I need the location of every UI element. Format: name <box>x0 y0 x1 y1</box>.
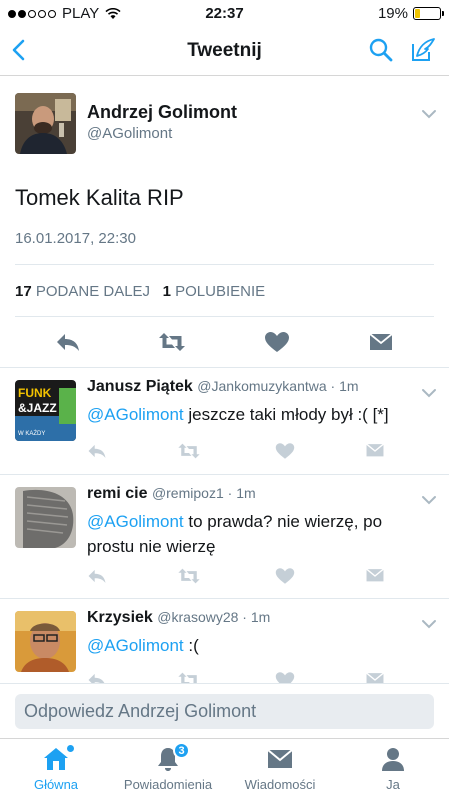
battery-icon <box>413 7 444 20</box>
tweet-actions <box>0 327 449 357</box>
reply-text: @AGolimont to prawda? nie wierzę, po pro… <box>87 509 422 559</box>
reply-author-handle[interactable]: @krasowy28 <box>157 609 238 625</box>
retweet-icon[interactable] <box>177 671 201 683</box>
author-name[interactable]: Andrzej Golimont <box>87 102 237 123</box>
reply-author-name[interactable]: Krzysiek <box>87 609 153 626</box>
reply-tweet[interactable]: FUNK &JAZZ W KAŻDY Janusz Piątek @Jankom… <box>0 367 449 474</box>
divider <box>15 264 434 265</box>
author-handle[interactable]: @AGolimont <box>87 125 172 142</box>
notification-badge: 3 <box>173 742 190 759</box>
chevron-down-icon[interactable] <box>421 619 437 629</box>
reply-icon[interactable] <box>87 442 107 460</box>
compose-icon[interactable] <box>407 35 437 65</box>
envelope-icon[interactable] <box>365 442 385 460</box>
tweet-stats: 17 PODANE DALEJ 1 POLUBIENIE <box>15 283 265 300</box>
new-content-dot <box>67 745 74 752</box>
envelope-icon <box>266 745 294 773</box>
separator: · <box>238 609 251 625</box>
person-icon <box>379 745 407 773</box>
avatar[interactable] <box>15 611 76 672</box>
reply-author-handle[interactable]: @remipoz1 <box>152 485 224 501</box>
likes-count[interactable]: 1 <box>163 283 171 300</box>
reply-icon[interactable] <box>55 331 81 353</box>
envelope-icon[interactable] <box>365 567 385 585</box>
avatar[interactable]: FUNK &JAZZ W KAŻDY <box>15 380 76 441</box>
battery-percent: 19% <box>377 5 408 22</box>
heart-icon[interactable] <box>275 442 295 460</box>
retweet-icon[interactable] <box>158 331 186 353</box>
tab-label: Główna <box>33 777 79 792</box>
reply-icon[interactable] <box>87 671 107 683</box>
battery-status: 19% <box>377 5 444 22</box>
navigation-bar: Tweetnij <box>0 26 449 76</box>
tab-home[interactable]: Główna <box>0 745 112 792</box>
reply-header: remi cie @remipoz1 · 1m <box>87 485 256 503</box>
reply-text: @AGolimont :( <box>87 633 422 658</box>
svg-text:&JAZZ: &JAZZ <box>18 401 57 415</box>
tweet-text: Tomek Kalita RIP <box>15 185 184 210</box>
tab-label: Powiadomienia <box>123 777 213 792</box>
reply-icon[interactable] <box>87 567 107 585</box>
tab-label: Wiadomości <box>244 777 316 792</box>
tab-me[interactable]: Ja <box>337 745 449 792</box>
reply-header: Janusz Piątek @Jankomuzykantwa · 1m <box>87 378 359 396</box>
bell-icon: 3 <box>154 742 190 773</box>
retweet-icon[interactable] <box>177 442 201 460</box>
mention-link[interactable]: @AGolimont <box>87 512 184 531</box>
reply-bar: Odpowiedz Andrzej Golimont <box>0 683 449 738</box>
tab-label: Ja <box>386 777 400 792</box>
tab-notifications[interactable]: 3 Powiadomienia <box>112 742 224 792</box>
reply-tweet[interactable]: remi cie @remipoz1 · 1m @AGolimont to pr… <box>0 474 449 598</box>
retweets-label[interactable]: PODANE DALEJ <box>36 283 150 300</box>
envelope-icon[interactable] <box>365 671 385 683</box>
mention-link[interactable]: @AGolimont <box>87 405 184 424</box>
tab-messages[interactable]: Wiadomości <box>224 745 336 792</box>
tab-bar: Główna 3 Powiadomienia Wiadomości Ja <box>0 738 449 800</box>
reply-header: Krzysiek @krasowy28 · 1m <box>87 609 270 627</box>
tweet-date: 16.01.2017, 22:30 <box>15 230 136 247</box>
divider <box>15 316 434 317</box>
heart-icon[interactable] <box>275 567 295 585</box>
reply-tweet[interactable]: Krzysiek @krasowy28 · 1m @AGolimont :( <box>0 598 449 683</box>
separator: · <box>223 485 237 501</box>
reply-time: 1m <box>339 378 359 394</box>
retweet-icon[interactable] <box>177 567 201 585</box>
reply-body: :( <box>183 636 199 655</box>
reply-text: @AGolimont jeszcze taki młody był :( [*] <box>87 402 422 427</box>
separator: · <box>326 378 340 394</box>
chevron-down-icon[interactable] <box>421 388 437 398</box>
avatar[interactable] <box>15 487 76 548</box>
reply-input[interactable]: Odpowiedz Andrzej Golimont <box>15 694 434 729</box>
reply-actions <box>87 671 407 683</box>
chevron-down-icon[interactable] <box>421 495 437 505</box>
envelope-icon[interactable] <box>368 332 394 354</box>
reply-body: jeszcze taki młody był :( [*] <box>183 405 389 424</box>
home-icon <box>42 745 74 773</box>
heart-icon[interactable] <box>275 671 295 683</box>
likes-label[interactable]: POLUBIENIE <box>175 283 265 300</box>
reply-time: 1m <box>250 609 271 625</box>
reply-author-name[interactable]: Janusz Piątek <box>87 378 193 395</box>
mention-link[interactable]: @AGolimont <box>87 636 184 655</box>
search-icon[interactable] <box>367 36 395 64</box>
retweets-count[interactable]: 17 <box>15 283 32 300</box>
svg-text:FUNK: FUNK <box>18 386 52 400</box>
heart-icon[interactable] <box>264 331 290 353</box>
reply-time: 1m <box>236 485 256 501</box>
svg-text:W KAŻDY: W KAŻDY <box>18 430 45 437</box>
avatar[interactable] <box>15 93 76 154</box>
reply-author-name[interactable]: remi cie <box>87 485 147 502</box>
reply-actions <box>87 567 407 587</box>
reply-actions <box>87 442 407 462</box>
chevron-down-icon[interactable] <box>421 109 437 119</box>
status-bar: PLAY 22:37 19% <box>0 0 449 26</box>
reply-author-handle[interactable]: @Jankomuzykantwa <box>197 378 326 394</box>
